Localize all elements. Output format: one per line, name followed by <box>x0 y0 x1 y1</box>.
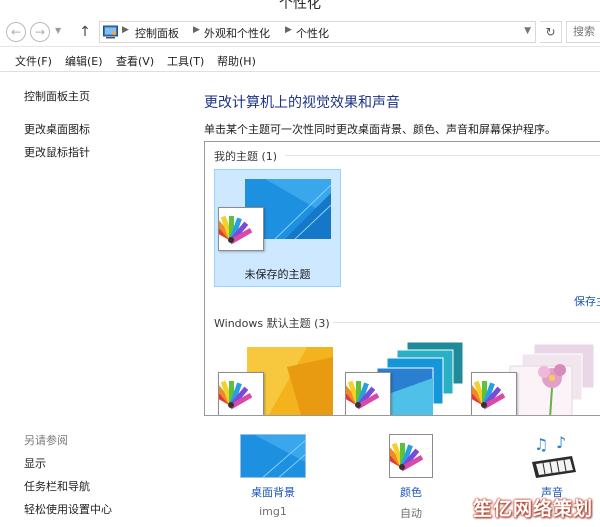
svg-text:♫: ♫ <box>534 435 548 454</box>
menu-edit[interactable]: 编辑(E) <box>65 53 103 69</box>
see-also-heading: 另请参阅 <box>24 434 68 447</box>
watermark-text: 笙亿网络策划 <box>473 498 594 520</box>
sidebar-link-control-panel-home[interactable]: 控制面板主页 <box>24 88 90 104</box>
sidebar-link-desktop-icons[interactable]: 更改桌面图标 <box>24 121 90 137</box>
my-themes-group-label: 我的主题 (1) <box>214 150 278 163</box>
theme-list[interactable]: 我的主题 (1) 未保存的主题 Windows 默认主题 (3) <box>204 141 600 416</box>
windows-themes-group-label: Windows 默认主题 (3) <box>214 317 330 330</box>
color-palette-icon <box>461 372 517 415</box>
windows-theme-tile[interactable] <box>461 339 600 415</box>
windows-theme-tile[interactable] <box>335 339 469 415</box>
control-panel-icon <box>103 25 118 39</box>
menu-bar: 文件(F) 编辑(E) 查看(V) 工具(T) 帮助(H) <box>0 47 600 72</box>
sidebar-link-mouse-pointers[interactable]: 更改鼠标指针 <box>24 144 90 160</box>
menu-file[interactable]: 文件(F) <box>15 53 52 69</box>
color-label: 颜色 <box>400 486 422 499</box>
breadcrumb-appearance[interactable]: 外观和个性化 <box>204 25 270 41</box>
theme-wallpaper-thumbnail <box>504 343 600 415</box>
color-palette-icon <box>208 372 264 415</box>
address-bar: ← → ▼ ↑ ▶ 控制面板 ▶ 外观和个性化 ▶ 个性化 ▼ ↻ 搜索 <box>0 16 600 47</box>
menu-help[interactable]: 帮助(H) <box>217 53 256 69</box>
color-palette-icon <box>208 207 264 251</box>
save-theme-link[interactable]: 保存主题 <box>574 293 600 309</box>
recent-locations-chevron-icon[interactable]: ▼ <box>55 26 65 36</box>
page-description: 单击某个主题可一次性同时更改桌面背景、颜色、声音和屏幕保护程序。 <box>204 123 556 136</box>
color-palette-icon <box>335 372 391 415</box>
address-dropdown-chevron-icon[interactable]: ▼ <box>524 26 531 36</box>
unsaved-theme-label: 未保存的主题 <box>244 268 311 281</box>
refresh-button[interactable]: ↻ <box>540 21 562 43</box>
sidebar-link-ease-of-access[interactable]: 轻松使用设置中心 <box>24 501 112 517</box>
breadcrumb-control-panel[interactable]: 控制面板 <box>135 25 179 41</box>
color-palette-icon <box>379 434 433 478</box>
desktop-background-icon <box>240 434 306 478</box>
breadcrumb-separator-icon: ▶ <box>122 25 129 35</box>
desktop-background-setting[interactable]: 桌面背景 img1 <box>235 434 311 524</box>
breadcrumb-separator-icon: ▶ <box>285 25 292 35</box>
page-title: 更改计算机上的视觉效果和声音 <box>204 95 400 111</box>
back-button[interactable]: ← <box>6 22 26 42</box>
breadcrumb-separator-icon: ▶ <box>193 25 200 35</box>
group-divider <box>285 155 600 156</box>
up-button[interactable]: ↑ <box>76 22 94 42</box>
breadcrumb-personalization[interactable]: 个性化 <box>296 25 329 41</box>
forward-button[interactable]: → <box>30 22 50 42</box>
menu-view[interactable]: 查看(V) <box>116 53 154 69</box>
unsaved-theme-tile[interactable]: 未保存的主题 <box>208 169 341 287</box>
search-input[interactable]: 搜索 <box>566 21 600 43</box>
color-setting[interactable]: 颜色 自动 <box>378 434 444 524</box>
breadcrumb[interactable]: ▶ 控制面板 ▶ 外观和个性化 ▶ 个性化 ▼ <box>99 21 536 43</box>
title-bar: 个性化 <box>0 0 600 16</box>
desktop-background-value: img1 <box>259 505 287 518</box>
svg-text:♪: ♪ <box>556 434 566 452</box>
color-value: 自动 <box>400 507 422 520</box>
sidebar-link-taskbar-navigation[interactable]: 任务栏和导航 <box>24 478 90 494</box>
windows-theme-tile[interactable] <box>208 339 334 415</box>
desktop-background-label: 桌面背景 <box>251 486 295 499</box>
sidebar-link-display[interactable]: 显示 <box>24 455 46 471</box>
menu-tools[interactable]: 工具(T) <box>167 53 204 69</box>
group-divider <box>333 322 600 323</box>
sound-piano-icon: ♫ ♪ <box>528 433 578 480</box>
window-title: 个性化 <box>279 0 321 12</box>
